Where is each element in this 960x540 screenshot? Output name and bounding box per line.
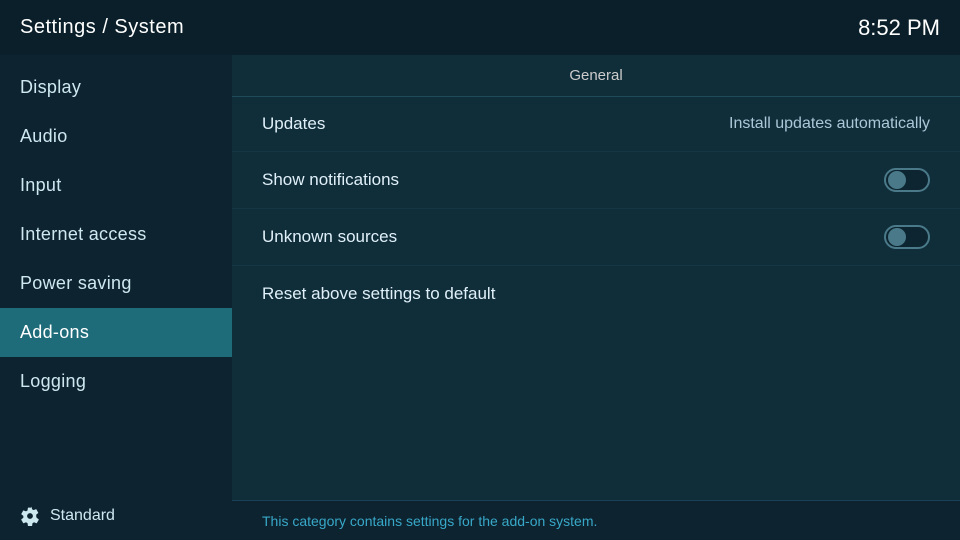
setting-row-reset[interactable]: Reset above settings to default <box>232 266 960 321</box>
profile-level-label: Standard <box>50 507 115 525</box>
sidebar-item-display[interactable]: Display <box>0 63 232 112</box>
page-title: Settings / System <box>20 16 184 39</box>
setting-row-show-notifications[interactable]: Show notifications <box>232 152 960 209</box>
sidebar-item-power-saving[interactable]: Power saving <box>0 259 232 308</box>
clock: 8:52 PM <box>858 15 940 41</box>
sidebar-item-add-ons[interactable]: Add-ons <box>0 308 232 357</box>
setting-row-updates[interactable]: Updates Install updates automatically <box>232 97 960 152</box>
sidebar-footer: Standard <box>0 492 232 540</box>
sidebar-item-audio[interactable]: Audio <box>0 112 232 161</box>
setting-label-unknown-sources: Unknown sources <box>262 227 397 247</box>
settings-list: General Updates Install updates automati… <box>232 55 960 500</box>
toggle-unknown-sources[interactable] <box>884 225 930 249</box>
setting-label-show-notifications: Show notifications <box>262 170 399 190</box>
content-panel: General Updates Install updates automati… <box>232 55 960 540</box>
sidebar-item-input[interactable]: Input <box>0 161 232 210</box>
header: Settings / System 8:52 PM <box>0 0 960 55</box>
setting-value-updates: Install updates automatically <box>729 115 930 133</box>
setting-label-updates: Updates <box>262 114 325 134</box>
toggle-show-notifications[interactable] <box>884 168 930 192</box>
gear-icon <box>20 506 40 526</box>
reset-label: Reset above settings to default <box>262 284 495 304</box>
sidebar: Display Audio Input Internet access Powe… <box>0 55 232 540</box>
sidebar-item-internet-access[interactable]: Internet access <box>0 210 232 259</box>
toggle-knob-show-notifications <box>888 171 906 189</box>
main-layout: Display Audio Input Internet access Powe… <box>0 55 960 540</box>
setting-row-unknown-sources[interactable]: Unknown sources <box>232 209 960 266</box>
statusbar-text: This category contains settings for the … <box>262 513 597 529</box>
section-header: General <box>232 55 960 97</box>
toggle-knob-unknown-sources <box>888 228 906 246</box>
statusbar: This category contains settings for the … <box>232 500 960 540</box>
sidebar-item-logging[interactable]: Logging <box>0 357 232 406</box>
